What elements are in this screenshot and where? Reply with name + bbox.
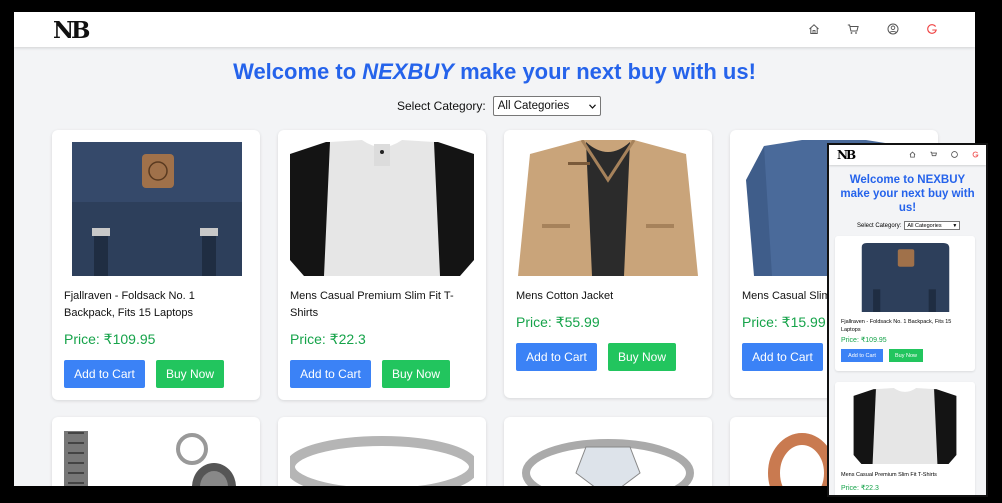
buy-now-button[interactable]: Buy Now xyxy=(889,349,923,362)
product-name: Fjallraven - Foldsack No. 1 Backpack, Fi… xyxy=(64,290,195,319)
mobile-brand-logo[interactable]: NB xyxy=(837,148,856,162)
add-to-cart-button[interactable]: Add to Cart xyxy=(841,349,883,362)
filter-label: Select Category: xyxy=(397,99,486,113)
mobile-navbar: NB xyxy=(829,145,986,165)
product-price: Price: ₹22.3 xyxy=(290,331,366,347)
product-card: Fjallraven - Foldsack No. 1 Backpack, Fi… xyxy=(52,130,260,400)
product-image[interactable] xyxy=(847,242,963,312)
mobile-product-card: Mens Casual Premium Slim Fit T-Shirts Pr… xyxy=(835,382,975,495)
add-to-cart-button[interactable]: Add to Cart xyxy=(290,360,371,388)
logout-icon[interactable] xyxy=(972,151,979,158)
brand-logo[interactable]: NB xyxy=(53,17,91,44)
mobile-filter-label: Select Category: xyxy=(857,222,902,229)
product-card: Mens Cotton Jacket Price: ₹55.99 Add to … xyxy=(504,130,712,398)
product-image[interactable] xyxy=(290,140,474,276)
product-image[interactable] xyxy=(516,427,700,486)
add-to-cart-button[interactable]: Add to Cart xyxy=(64,360,145,388)
product-image[interactable] xyxy=(847,388,963,464)
product-image[interactable] xyxy=(516,140,700,276)
product-name: Fjallraven - Foldsack No. 1 Backpack, Fi… xyxy=(841,319,952,333)
buy-now-button[interactable]: Buy Now xyxy=(382,360,450,388)
product-name: Mens Casual Premium Slim Fit T-Shirts xyxy=(841,472,937,478)
category-select[interactable]: All Categories xyxy=(492,96,601,116)
product-name: Mens Cotton Jacket xyxy=(516,290,614,302)
product-card: Mens Casual Premium Slim Fit T-Shirts Pr… xyxy=(278,130,486,400)
navbar: NB xyxy=(14,12,975,47)
product-card xyxy=(504,417,712,486)
category-filter: Select Category: All Categories xyxy=(397,96,601,116)
product-name: Mens Casual Premium Slim Fit T-Shirts xyxy=(290,290,454,319)
mobile-preview: NB Welcome to NEXBUY make your next buy … xyxy=(827,143,988,497)
product-image[interactable] xyxy=(64,140,248,276)
buy-now-button[interactable]: Buy Now xyxy=(608,343,676,371)
chevron-down-icon: ▼ xyxy=(952,222,958,229)
page-title: Welcome to NEXBUY make your next buy wit… xyxy=(233,59,756,84)
product-price: Price: ₹109.95 xyxy=(64,331,156,347)
product-price: Price: ₹15.99 xyxy=(742,314,826,330)
cart-icon[interactable] xyxy=(930,151,937,158)
add-to-cart-button[interactable]: Add to Cart xyxy=(516,343,597,371)
product-image[interactable] xyxy=(290,427,474,486)
add-to-cart-button[interactable]: Add to Cart xyxy=(742,343,823,371)
buy-now-button[interactable]: Buy Now xyxy=(156,360,224,388)
product-card xyxy=(52,417,260,486)
mobile-product-card: Fjallraven - Foldsack No. 1 Backpack, Fi… xyxy=(835,236,975,371)
mobile-category-filter: Select Category: All Categories ▼ xyxy=(857,221,961,230)
mobile-category-select[interactable]: All Categories ▼ xyxy=(904,221,961,230)
product-price: Price: ₹55.99 xyxy=(516,314,600,330)
mobile-page-title: Welcome to NEXBUY make your next buy wit… xyxy=(840,174,975,214)
chevron-down-icon xyxy=(588,103,596,109)
logout-icon[interactable] xyxy=(926,23,938,35)
product-price: Price: ₹109.95 xyxy=(841,337,887,344)
home-icon[interactable] xyxy=(808,23,820,35)
product-card xyxy=(278,417,486,486)
home-icon[interactable] xyxy=(909,151,916,158)
product-image[interactable] xyxy=(64,427,248,486)
cart-icon[interactable] xyxy=(847,23,859,35)
user-icon[interactable] xyxy=(887,23,899,35)
product-price: Price: ₹22.3 xyxy=(841,485,879,492)
user-icon[interactable] xyxy=(951,151,958,158)
